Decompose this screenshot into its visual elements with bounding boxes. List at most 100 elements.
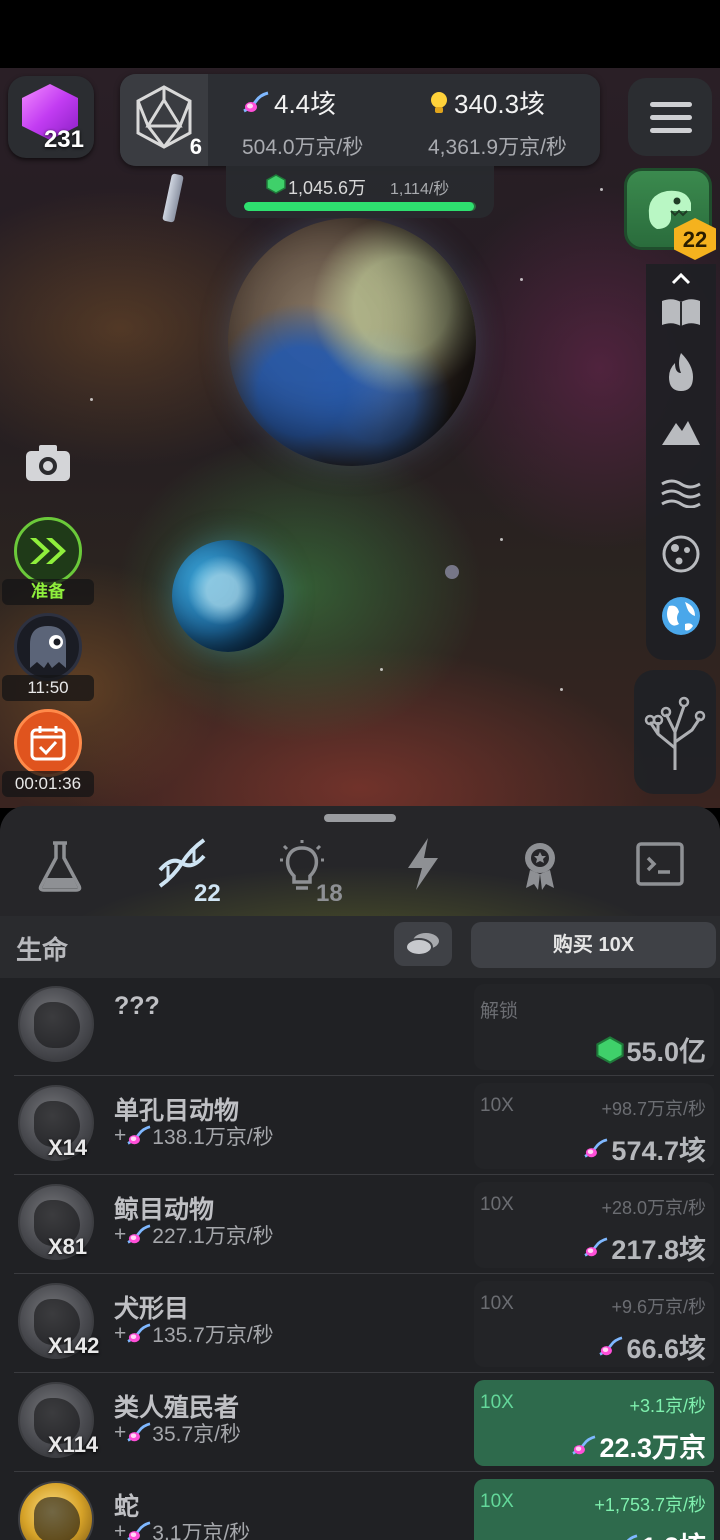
sperm-icon bbox=[584, 1137, 608, 1158]
sperm-icon bbox=[127, 1521, 151, 1540]
species-owned-count: X14 bbox=[48, 1135, 88, 1160]
species-owned-count: X142 bbox=[48, 1333, 100, 1358]
medal-icon bbox=[525, 843, 555, 890]
price: 574.7垓 bbox=[583, 1129, 706, 1168]
rate-gain: +28.0万京/秒 bbox=[601, 1198, 706, 1218]
side-rail bbox=[646, 264, 716, 660]
gem-rate: 1,114/秒 bbox=[390, 181, 450, 198]
species-row: ??? 解锁 55.0亿 bbox=[14, 978, 714, 1076]
globe-icon bbox=[662, 597, 700, 635]
buy-species-button[interactable]: 10X +1,753.7京/秒 1.2垓 bbox=[474, 1479, 714, 1540]
waves-icon bbox=[661, 479, 701, 508]
fire-icon bbox=[669, 353, 693, 391]
ghost-icon bbox=[30, 626, 66, 668]
sheet-handle[interactable] bbox=[324, 814, 396, 822]
primary-rate: 504.0万京/秒 bbox=[242, 136, 364, 159]
buy-species-button[interactable]: 10X +9.6万京/秒 66.6垓 bbox=[474, 1281, 714, 1367]
chevron-up-icon bbox=[671, 272, 691, 285]
buy-tag: 10X bbox=[480, 1095, 514, 1116]
gem-progress-bar bbox=[244, 202, 476, 211]
rate-gain: +3.1京/秒 bbox=[629, 1396, 706, 1416]
book-icon bbox=[662, 299, 700, 326]
gem-value: 1,045.6万 bbox=[288, 178, 367, 198]
flask-icon bbox=[38, 841, 82, 892]
calendar-timer: 00:01:36 bbox=[2, 771, 94, 797]
section-header: 生命 购买 10X bbox=[0, 916, 720, 978]
sperm-icon bbox=[127, 1422, 151, 1442]
tab-life[interactable]: 22 bbox=[146, 836, 226, 907]
rate-gain: +9.6万京/秒 bbox=[611, 1297, 706, 1317]
currency-toggle-button[interactable] bbox=[394, 922, 452, 966]
buy-tag: 10X bbox=[480, 1293, 514, 1314]
camera-button[interactable] bbox=[24, 443, 72, 483]
status-bar bbox=[0, 0, 720, 68]
sperm-icon bbox=[572, 1434, 596, 1455]
price: 55.0亿 bbox=[596, 1030, 706, 1069]
primary-planet[interactable] bbox=[228, 218, 476, 466]
gem-progress-panel: 1,045.6万 1,114/秒 bbox=[226, 166, 494, 218]
camera-icon bbox=[26, 445, 70, 481]
rail-cell[interactable] bbox=[646, 528, 716, 580]
coins-icon bbox=[405, 933, 439, 956]
dice-button[interactable]: 6 bbox=[120, 74, 208, 166]
rail-earth[interactable] bbox=[646, 590, 716, 642]
ghost-timer: 11:50 bbox=[2, 675, 94, 701]
species-avatar bbox=[18, 1481, 94, 1540]
rail-mountain[interactable] bbox=[646, 406, 716, 458]
cube-button[interactable]: 231 bbox=[8, 76, 94, 158]
tab-ideas[interactable]: 18 bbox=[270, 836, 350, 907]
species-rate: +138.1万京/秒 bbox=[114, 1124, 274, 1149]
tab-lab[interactable] bbox=[20, 836, 100, 906]
tab-console[interactable] bbox=[620, 836, 700, 906]
sperm-icon bbox=[127, 1323, 151, 1343]
buy-species-button[interactable]: 解锁 55.0亿 bbox=[474, 984, 714, 1070]
tree-icon bbox=[644, 696, 706, 770]
species-row: X14 单孔目动物 +138.1万京/秒 10X +98.7万京/秒 574.7垓 bbox=[14, 1077, 714, 1175]
mountain-icon bbox=[662, 421, 700, 445]
buy-species-button[interactable]: 10X +98.7万京/秒 574.7垓 bbox=[474, 1083, 714, 1169]
price: 217.8垓 bbox=[583, 1228, 706, 1267]
boost-button[interactable] bbox=[14, 517, 82, 585]
sperm-icon bbox=[626, 1533, 638, 1540]
earth-planet[interactable] bbox=[172, 540, 284, 652]
buy-tag: 解锁 bbox=[480, 1001, 519, 1022]
primary-value: 4.4垓 bbox=[274, 89, 337, 119]
section-title: 生命 bbox=[16, 935, 69, 965]
tab-life-count: 22 bbox=[194, 880, 221, 907]
gem-icon bbox=[596, 1035, 625, 1064]
cell-icon bbox=[662, 535, 700, 573]
menu-icon bbox=[650, 102, 692, 107]
sperm-icon bbox=[243, 91, 269, 112]
species-rate: +135.7万京/秒 bbox=[114, 1322, 274, 1347]
price: 22.3万京 bbox=[571, 1426, 706, 1465]
tab-bar: 22 18 bbox=[0, 806, 720, 916]
rail-water[interactable] bbox=[646, 466, 716, 518]
tab-energy[interactable] bbox=[384, 836, 464, 906]
buy-species-button[interactable]: 10X +28.0万京/秒 217.8垓 bbox=[474, 1182, 714, 1268]
probe-sprite bbox=[162, 173, 184, 223]
tab-achievements[interactable] bbox=[500, 836, 580, 906]
cube-count: 231 bbox=[43, 126, 84, 153]
calendar-icon bbox=[30, 726, 66, 761]
sperm-icon bbox=[584, 1236, 608, 1257]
species-avatar bbox=[18, 986, 94, 1062]
boost-label: 准备 bbox=[2, 579, 94, 605]
buy-multiplier-button[interactable]: 购买 10X bbox=[471, 922, 716, 968]
calendar-button[interactable] bbox=[14, 709, 82, 777]
ghost-button[interactable] bbox=[14, 613, 82, 681]
species-row: X114 类人殖民者 +35.7京/秒 10X +3.1京/秒 22.3万京 bbox=[14, 1374, 714, 1472]
rail-fire[interactable] bbox=[646, 346, 716, 398]
species-owned-count: X81 bbox=[48, 1234, 88, 1259]
species-row: X142 犬形目 +135.7万京/秒 10X +9.6万京/秒 66.6垓 bbox=[14, 1275, 714, 1373]
skill-tree-button[interactable] bbox=[634, 670, 716, 794]
species-rate: +227.1万京/秒 bbox=[114, 1223, 274, 1248]
secondary-resource: 340.3垓 4,361.9万京/秒 bbox=[428, 84, 567, 161]
lightbulb-icon bbox=[431, 91, 447, 113]
menu-button[interactable] bbox=[628, 78, 712, 156]
resource-panel: 6 4.4垓 504.0万京/秒 340.3垓 4,361.9万京/秒 bbox=[120, 74, 600, 166]
rail-book[interactable] bbox=[646, 286, 716, 338]
species-name: ??? bbox=[114, 992, 160, 1020]
buy-species-button[interactable]: 10X +3.1京/秒 22.3万京 bbox=[474, 1380, 714, 1466]
species-row: 蛇+3.1万京/秒10X+1,753.7京/秒1.2垓 bbox=[14, 1473, 714, 1540]
lightning-icon bbox=[408, 838, 438, 890]
